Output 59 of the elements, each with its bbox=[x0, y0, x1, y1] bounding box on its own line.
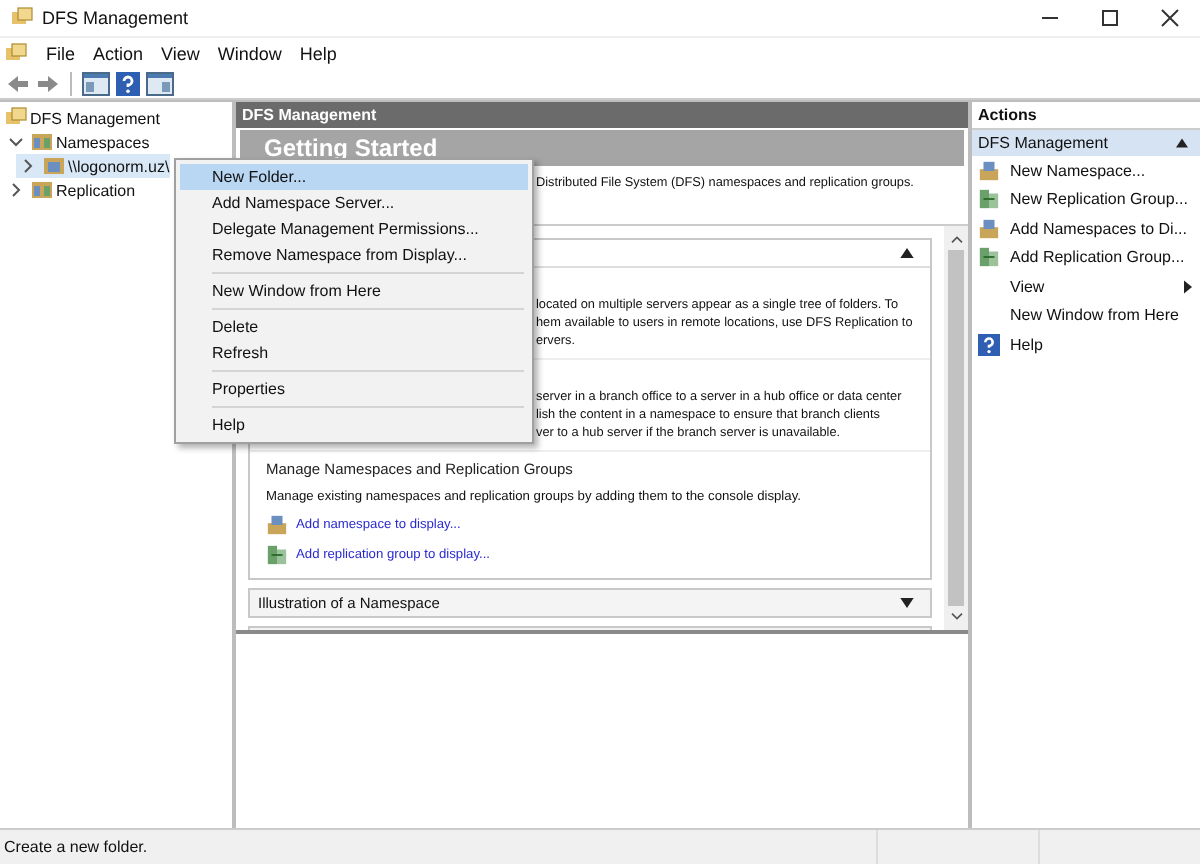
tree-item[interactable]: \\logonorm.uz\ bbox=[16, 154, 170, 178]
menu-item[interactable]: Remove Namespace from Display... bbox=[180, 242, 528, 268]
menu-item[interactable]: Help bbox=[299, 43, 337, 63]
tree-node-icon bbox=[30, 130, 54, 154]
replication-icon bbox=[978, 188, 1000, 211]
back-icon[interactable] bbox=[6, 71, 30, 95]
window-title: DFS Management bbox=[42, 8, 189, 28]
menu-item[interactable]: Delegate Management Permissions... bbox=[180, 216, 528, 242]
collapse-arrow-icon[interactable] bbox=[900, 248, 914, 258]
scroll-up-icon[interactable] bbox=[949, 234, 963, 244]
expand-chevron-icon[interactable] bbox=[8, 182, 24, 198]
close-icon[interactable] bbox=[1160, 8, 1180, 28]
menu-item[interactable]: Add Namespace Server... bbox=[180, 190, 528, 216]
menu-item[interactable]: New Folder... bbox=[180, 164, 528, 190]
actions-pane-link[interactable]: Help bbox=[972, 330, 1200, 359]
actions-section-header[interactable]: DFS Management bbox=[972, 130, 1200, 156]
menu-item[interactable]: Window bbox=[217, 43, 282, 63]
actions-pane-link[interactable]: New Window from Here bbox=[972, 301, 1200, 330]
namespace-icon bbox=[978, 217, 1000, 240]
collapse-arrow-icon[interactable] bbox=[1176, 138, 1188, 148]
expand-chevron-icon[interactable] bbox=[20, 158, 36, 174]
menu-item[interactable]: Refresh bbox=[180, 340, 528, 366]
expand-arrow-icon[interactable] bbox=[900, 598, 914, 608]
banner-title: Getting Started bbox=[240, 130, 964, 166]
help-icon bbox=[978, 333, 1000, 356]
app-icon bbox=[10, 6, 34, 30]
scrollbar[interactable] bbox=[944, 226, 968, 630]
status-text: Create a new folder. bbox=[2, 838, 150, 856]
maximize-icon[interactable] bbox=[1100, 8, 1120, 28]
actions-pane-link[interactable]: Add Replication Group... bbox=[972, 243, 1200, 272]
actions-pane-link[interactable]: New Replication Group... bbox=[972, 185, 1200, 214]
actions-pane-link[interactable]: Add Namespaces to Di... bbox=[972, 214, 1200, 243]
tree-item[interactable]: Replication bbox=[4, 178, 136, 202]
menu-item[interactable]: File bbox=[46, 43, 76, 63]
tree-node-icon bbox=[30, 178, 54, 202]
menu-item[interactable]: New Window from Here bbox=[180, 278, 528, 304]
tree-node-icon bbox=[4, 106, 28, 130]
tree-item[interactable]: DFS Management bbox=[0, 106, 160, 130]
actions-pane-link[interactable]: New Namespace... bbox=[972, 156, 1200, 185]
console-tree-icon[interactable] bbox=[82, 71, 110, 95]
help-icon[interactable] bbox=[116, 71, 140, 95]
collapse-chevron-icon[interactable] bbox=[8, 134, 24, 150]
namespace-icon bbox=[266, 514, 288, 536]
tree-item[interactable]: Namespaces bbox=[4, 130, 150, 154]
submenu-arrow-icon bbox=[1184, 279, 1192, 294]
menu-item[interactable]: View bbox=[161, 43, 200, 63]
pane-header: DFS Management bbox=[236, 102, 968, 128]
menu-item[interactable]: Action bbox=[93, 43, 144, 63]
namespace-icon bbox=[978, 159, 1000, 182]
menu-item[interactable]: Properties bbox=[180, 376, 528, 402]
replication-icon bbox=[978, 246, 1000, 269]
menu-item[interactable]: Delete bbox=[180, 314, 528, 340]
replication-icon bbox=[266, 544, 288, 566]
tree-node-icon bbox=[42, 154, 66, 178]
scroll-down-icon[interactable] bbox=[949, 612, 963, 622]
action-pane-icon[interactable] bbox=[146, 71, 174, 95]
menu-item[interactable]: Help bbox=[180, 412, 528, 438]
forward-icon[interactable] bbox=[36, 71, 60, 95]
actions-pane-link[interactable]: View bbox=[972, 272, 1200, 301]
